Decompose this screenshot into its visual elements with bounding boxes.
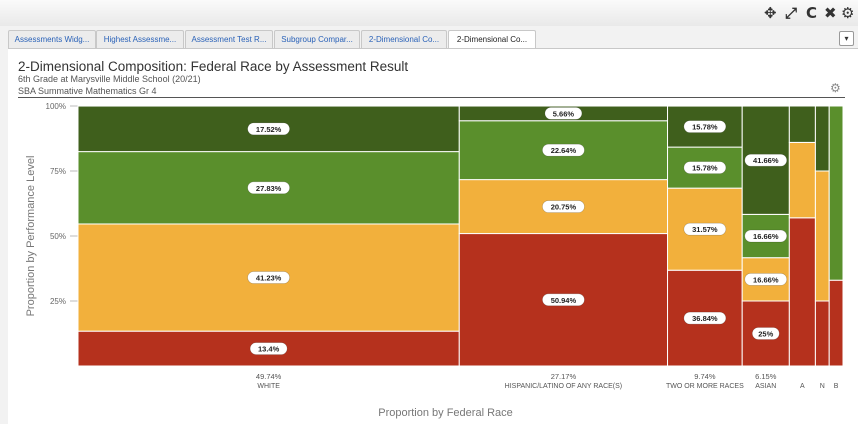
expand-icon[interactable]: ⤢	[785, 4, 797, 22]
x-category-percent: 9.74%	[694, 372, 716, 381]
y-tick-label: 25%	[50, 297, 66, 306]
x-category-label: A	[800, 383, 805, 390]
data-label: 41.23%	[256, 274, 282, 283]
close-icon[interactable]: ✖	[824, 4, 837, 22]
y-tick-label: 75%	[50, 167, 66, 176]
y-tick-label: 100%	[46, 102, 66, 111]
x-category-percent: 27.17%	[551, 372, 577, 381]
data-label: 20.75%	[551, 203, 577, 212]
tab-bar: Assessments Widg... Highest Assessme... …	[8, 30, 858, 50]
y-tick-label: 50%	[50, 232, 66, 241]
data-label: 25%	[758, 330, 773, 339]
x-category-label: TWO OR MORE RACES	[666, 383, 744, 390]
mosaic-cell	[788, 217, 816, 367]
mosaic-cell	[814, 300, 830, 367]
x-category-label: ASIAN	[755, 383, 776, 390]
x-category-label: HISPANIC/LATINO OF ANY RACE(S)	[505, 383, 622, 390]
mosaic-cell	[788, 105, 816, 143]
data-label: 41.66%	[753, 156, 779, 165]
data-label: 22.64%	[551, 146, 577, 155]
data-label: 17.52%	[256, 125, 282, 134]
data-label: 50.94%	[551, 296, 577, 305]
chart-panel: 2-Dimensional Composition: Federal Race …	[8, 48, 858, 424]
x-category-percent: 6.15%	[755, 372, 777, 381]
x-category-percent: 49.74%	[256, 372, 282, 381]
mosaic-cell	[814, 170, 830, 302]
gear-icon[interactable]: ⚙	[841, 4, 854, 22]
data-label: 15.78%	[692, 123, 718, 132]
tab-dropdown-icon[interactable]: ▾	[839, 31, 854, 46]
x-category-label: N	[820, 383, 825, 390]
y-axis-label: Proportion by Performance Level	[25, 156, 37, 317]
data-label: 16.66%	[753, 275, 779, 284]
x-axis-label: Proportion by Federal Race	[378, 407, 513, 419]
data-label: 15.78%	[692, 164, 718, 173]
mosaic-cell	[828, 279, 844, 367]
mosaic-chart: 25% 50% 75% 100% Proportion by Performance L…	[25, 102, 844, 419]
data-label: 31.57%	[692, 225, 718, 234]
refresh-icon[interactable]: C	[806, 4, 817, 22]
data-label: 16.66%	[753, 232, 779, 241]
move-icon[interactable]: ✥	[764, 4, 777, 22]
mosaic-cell	[814, 105, 830, 172]
top-toolbar: ✥ ⤢ C ✖ ⚙	[0, 0, 858, 26]
mosaic-cell	[828, 105, 844, 281]
x-category-label: WHITE	[257, 383, 280, 390]
tab-2d-composition-1[interactable]: 2-Dimensional Co...	[361, 30, 447, 49]
data-label: 36.84%	[692, 314, 718, 323]
data-label: 27.83%	[256, 184, 282, 193]
data-label: 13.4%	[258, 345, 280, 354]
x-category-label: B	[834, 383, 839, 390]
mosaic-cell	[788, 141, 816, 219]
tab-assessment-test-results[interactable]: Assessment Test R...	[185, 30, 273, 49]
data-label: 5.66%	[553, 109, 575, 118]
tab-2d-composition-2[interactable]: 2-Dimensional Co...	[448, 30, 536, 50]
tab-assessments-widget[interactable]: Assessments Widg...	[8, 30, 96, 49]
tab-subgroup-comparison[interactable]: Subgroup Compar...	[274, 30, 360, 49]
tab-highest-assessment[interactable]: Highest Assessme...	[96, 30, 184, 49]
